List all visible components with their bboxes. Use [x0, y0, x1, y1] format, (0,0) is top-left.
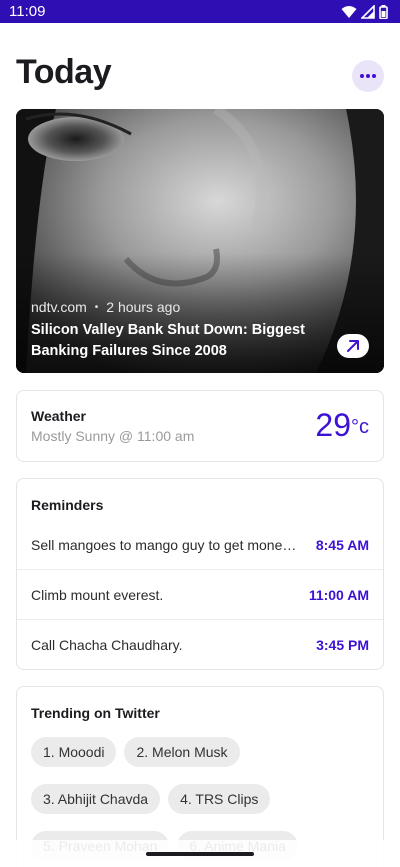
open-article-button[interactable]: [337, 334, 369, 358]
header: Today: [16, 52, 384, 92]
battery-icon: [379, 4, 388, 19]
reminder-text: Climb mount everest.: [31, 586, 164, 603]
gesture-handle[interactable]: [146, 852, 254, 856]
signal-icon: [361, 4, 375, 19]
reminder-text: Call Chacha Chaudhary.: [31, 637, 183, 653]
reminder-item[interactable]: Climb mount everest. 11:00 AM: [17, 570, 383, 620]
reminder-item[interactable]: Sell mangoes to mango guy to get money f…: [17, 520, 383, 570]
more-horizontal-icon: [360, 74, 376, 78]
weather-card[interactable]: Weather Mostly Sunny @ 11:00 am 29°c: [16, 390, 384, 462]
weather-title: Weather: [31, 408, 86, 424]
weather-temperature: 29°c: [315, 405, 369, 445]
reminder-item[interactable]: Call Chacha Chaudhary. 3:45 PM: [17, 620, 383, 670]
news-headline: Silicon Valley Bank Shut Down: Biggest B…: [31, 322, 305, 359]
separator-dot: •: [94, 301, 99, 313]
status-time: 11:09: [9, 3, 46, 20]
trending-chip[interactable]: 3. Abhijit Chavda: [31, 784, 161, 814]
status-icons: [341, 4, 388, 19]
trending-title: Trending on Twitter: [31, 705, 160, 721]
news-source: ndtv.com: [31, 299, 87, 315]
trending-chip[interactable]: 4. TRS Clips: [168, 784, 271, 814]
news-time: 2 hours ago: [106, 299, 181, 315]
more-options-button[interactable]: [352, 60, 384, 92]
reminders-title: Reminders: [31, 497, 104, 513]
news-meta: ndtv.com • 2 hours ago: [31, 299, 180, 315]
status-bar: 11:09: [0, 0, 400, 23]
reminder-time: 11:00 AM: [308, 586, 369, 603]
trending-chip[interactable]: 2. Melon Musk: [124, 737, 240, 767]
trending-chip[interactable]: 1. Mooodi: [31, 737, 117, 767]
reminder-time: 3:45 PM: [316, 637, 369, 653]
wifi-icon: [341, 5, 357, 18]
reminders-card: Reminders Sell mangoes to mango guy to g…: [16, 478, 384, 670]
page-title: Today: [16, 53, 112, 91]
reminder-time: 8:45 AM: [315, 536, 369, 553]
arrow-up-right-icon: [347, 340, 359, 352]
weather-subtitle: Mostly Sunny @ 11:00 am: [31, 428, 195, 444]
reminder-text: Sell mangoes to mango guy to get money f…: [31, 536, 299, 553]
temperature-value: 29: [315, 407, 351, 443]
temperature-unit: °c: [351, 416, 369, 438]
news-card[interactable]: ndtv.com • 2 hours ago Silicon Valley Ba…: [16, 109, 384, 373]
